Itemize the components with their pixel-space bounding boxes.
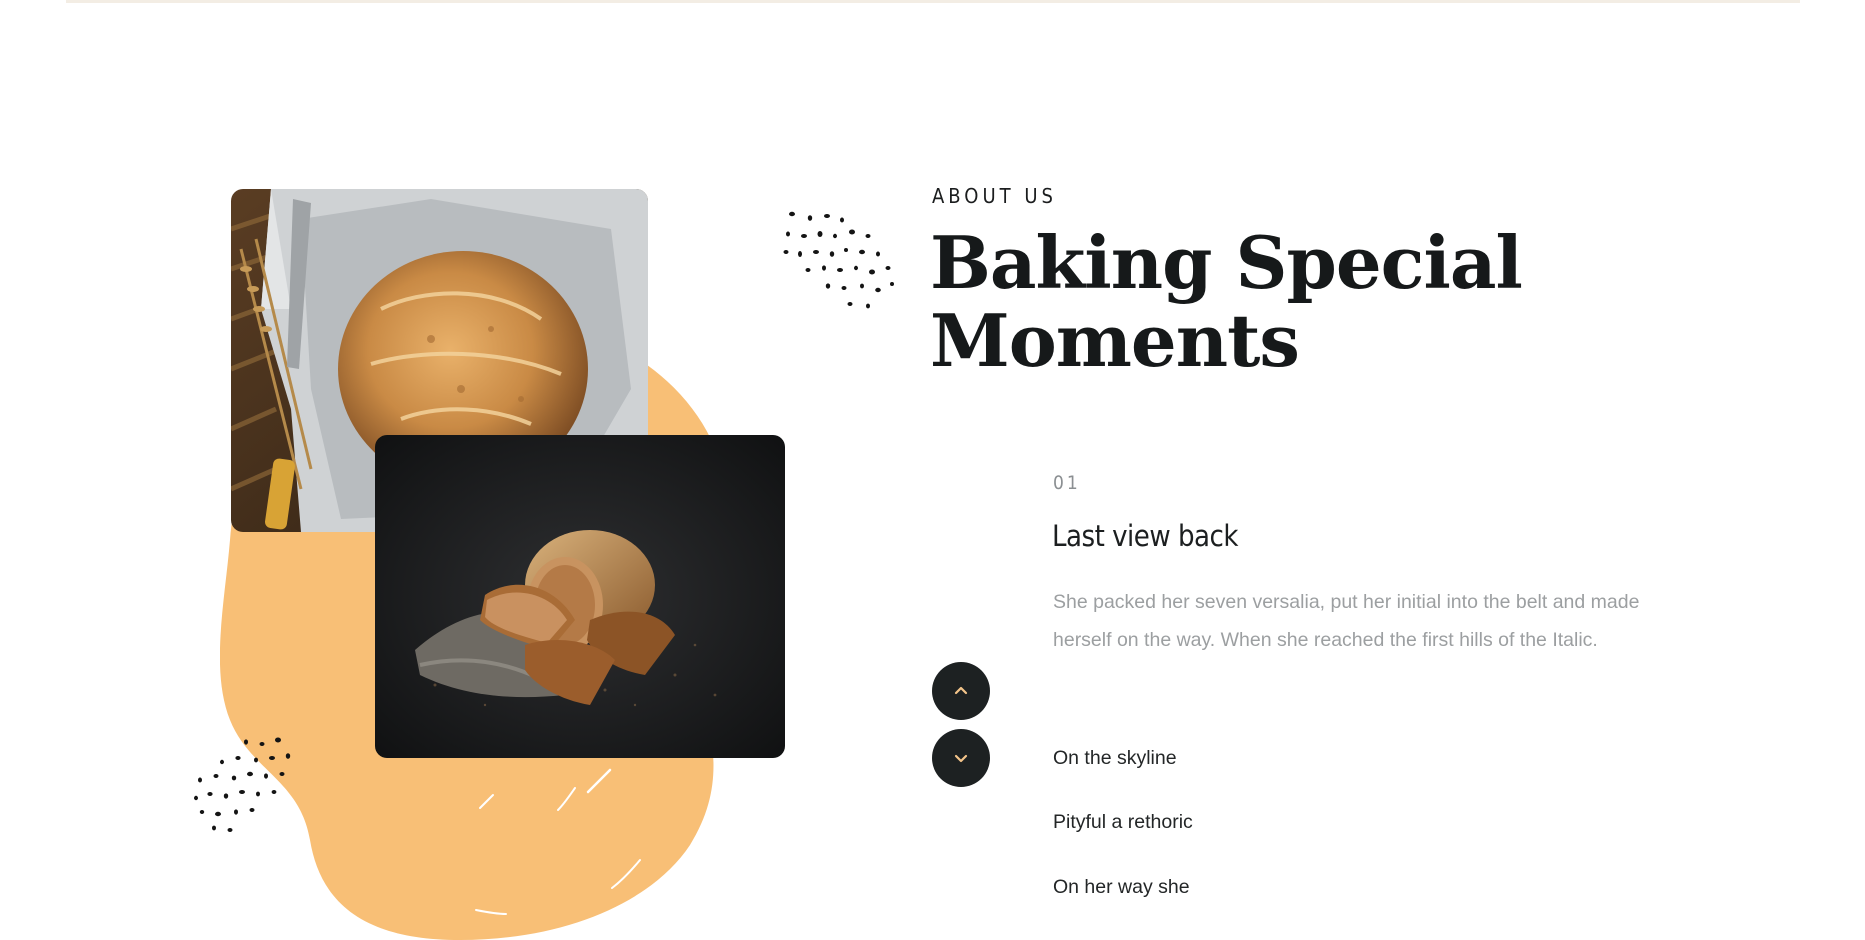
active-item-text: She packed her seven versalia, put her i… (1053, 591, 1640, 651)
about-section: ABOUT US Baking Special Moments 01 Last … (0, 0, 1865, 940)
sliced-bread-image (375, 435, 785, 758)
heading-line: Baking Special (930, 220, 1523, 305)
next-item-button[interactable] (932, 729, 990, 787)
previous-item-button[interactable] (932, 662, 990, 720)
dots-decoration (783, 211, 894, 309)
dots-decoration (194, 737, 291, 832)
chevron-up-icon (954, 686, 968, 695)
heading-line: Moments (930, 298, 1300, 383)
list-item[interactable]: On the skyline (1053, 747, 1177, 770)
chevron-down-icon (954, 754, 968, 763)
section-eyebrow: ABOUT US (932, 184, 1057, 208)
active-item-number: 01 (1053, 472, 1081, 494)
top-divider (66, 0, 1800, 3)
list-item[interactable]: Pityful a rethoric (1053, 811, 1193, 834)
section-heading: Baking Special Moments (930, 224, 1690, 380)
active-item-title[interactable]: Last view back (1052, 519, 1239, 553)
list-item[interactable]: On her way she (1053, 876, 1190, 899)
